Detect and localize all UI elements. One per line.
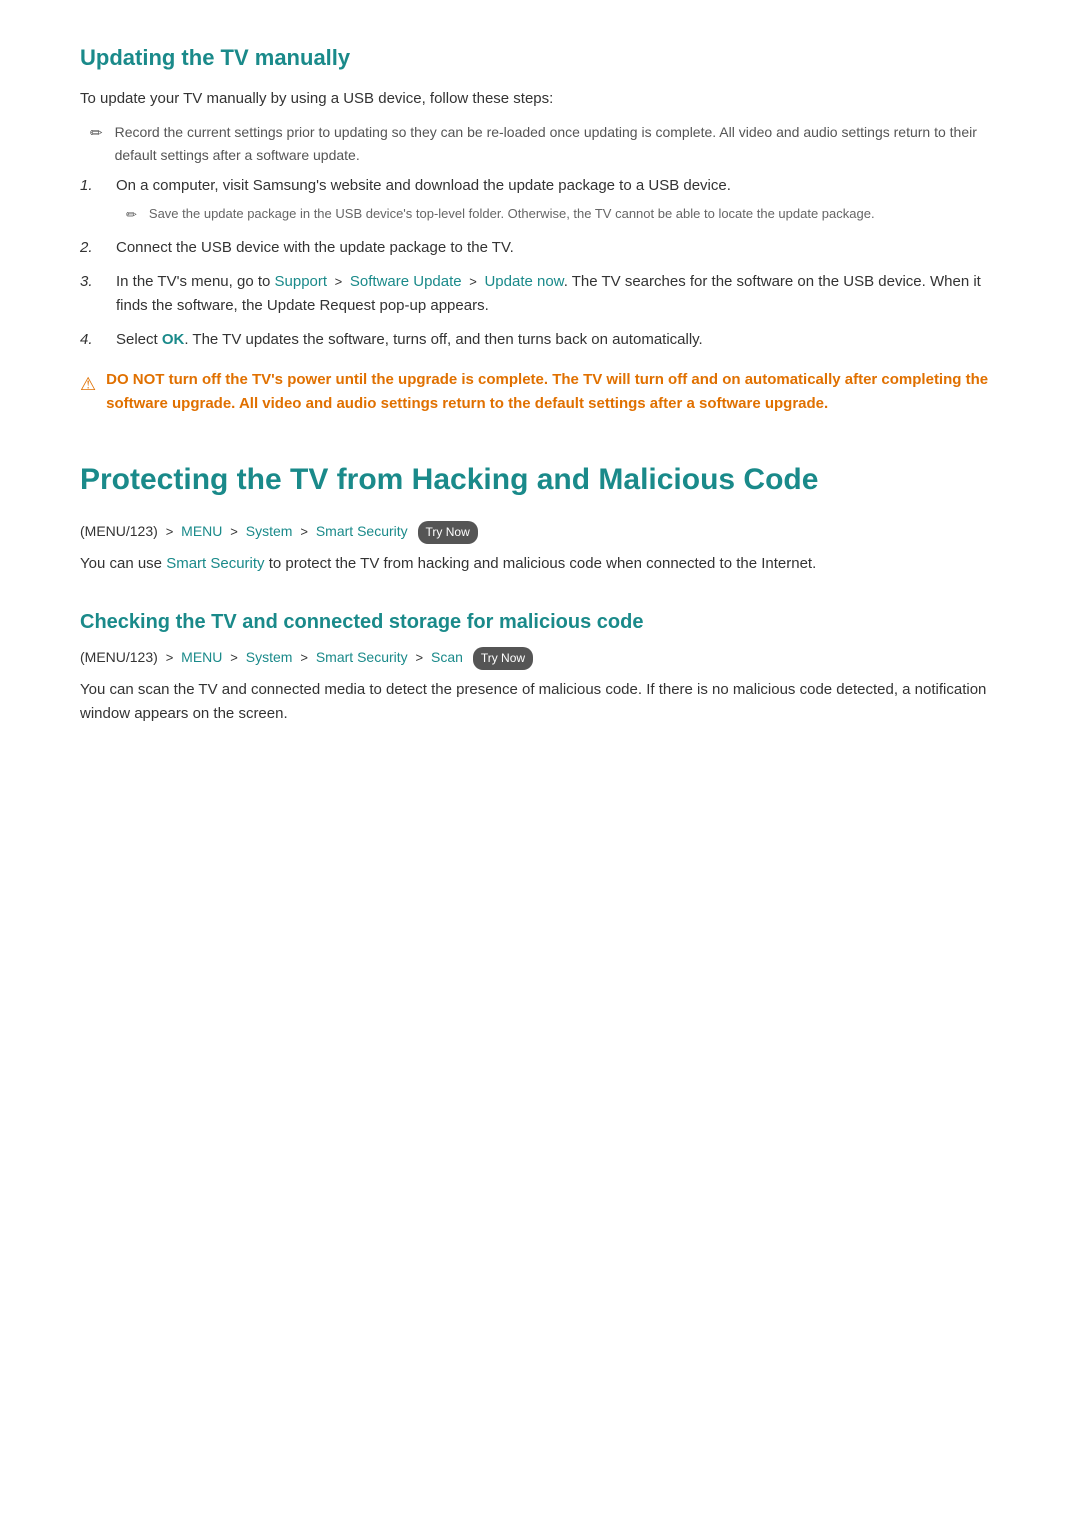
- protecting-tv-title: Protecting the TV from Hacking and Malic…: [80, 456, 1000, 504]
- scan-link[interactable]: Scan: [431, 649, 467, 665]
- checking-arrow-3: >: [300, 650, 308, 665]
- checking-menu-link[interactable]: MENU: [181, 649, 226, 665]
- arrow-2: >: [466, 274, 481, 289]
- step-4: 4. Select OK. The TV updates the softwar…: [80, 328, 1000, 352]
- checking-body: You can scan the TV and connected media …: [80, 678, 1000, 726]
- checking-smart-security-link[interactable]: Smart Security: [316, 649, 412, 665]
- step-1-subnote: ✏ Save the update package in the USB dev…: [126, 204, 875, 226]
- breadcrumb-arrow-2: >: [230, 524, 238, 539]
- update-now-link[interactable]: Update now: [484, 273, 563, 290]
- try-now-badge-2[interactable]: Try Now: [473, 647, 533, 670]
- breadcrumb-arrow-3: >: [300, 524, 308, 539]
- step-2-text: Connect the USB device with the update p…: [116, 239, 514, 256]
- step-1-content: On a computer, visit Samsung's website a…: [116, 174, 875, 226]
- protecting-body: You can use Smart Security to protect th…: [80, 552, 1000, 576]
- step-4-text-before: Select: [116, 331, 162, 348]
- step-1-num: 1.: [80, 174, 100, 198]
- step-2-num: 2.: [80, 236, 100, 260]
- ok-text: OK: [162, 331, 185, 348]
- menu-link[interactable]: MENU: [181, 523, 226, 539]
- pre-note: ✏ Record the current settings prior to u…: [90, 121, 1000, 166]
- step-4-text-after: . The TV updates the software, turns off…: [184, 331, 702, 348]
- protecting-tv-section: Protecting the TV from Hacking and Malic…: [80, 456, 1000, 726]
- try-now-badge-1[interactable]: Try Now: [418, 521, 478, 544]
- breadcrumb-menu-123: (MENU/123): [80, 523, 162, 539]
- smart-security-link-breadcrumb[interactable]: Smart Security: [316, 523, 412, 539]
- warning-block: ⚠ DO NOT turn off the TV's power until t…: [80, 368, 1000, 416]
- updating-tv-section: Updating the TV manually To update your …: [80, 40, 1000, 416]
- step-1: 1. On a computer, visit Samsung's websit…: [80, 174, 1000, 226]
- warning-triangle-icon: ⚠: [80, 370, 96, 399]
- pre-note-text: Record the current settings prior to upd…: [115, 121, 1000, 166]
- updating-tv-title: Updating the TV manually: [80, 40, 1000, 75]
- smart-security-inline-link[interactable]: Smart Security: [166, 555, 264, 572]
- checking-arrow-2: >: [230, 650, 238, 665]
- breadcrumb-arrow-1: >: [166, 524, 174, 539]
- software-update-link[interactable]: Software Update: [350, 273, 462, 290]
- step-3-content: In the TV's menu, go to Support > Softwa…: [116, 270, 1000, 318]
- checking-arrow-4: >: [416, 650, 424, 665]
- checking-system-link[interactable]: System: [246, 649, 297, 665]
- step-1-text: On a computer, visit Samsung's website a…: [116, 177, 731, 194]
- checking-tv-subsection: Checking the TV and connected storage fo…: [80, 606, 1000, 726]
- protecting-breadcrumb: (MENU/123) > MENU > System > Smart Secur…: [80, 520, 1000, 544]
- step-3: 3. In the TV's menu, go to Support > Sof…: [80, 270, 1000, 318]
- checking-menu-123: (MENU/123): [80, 649, 162, 665]
- checking-breadcrumb: (MENU/123) > MENU > System > Smart Secur…: [80, 646, 1000, 670]
- pencil-icon-2: ✏: [126, 205, 137, 226]
- intro-text: To update your TV manually by using a US…: [80, 87, 1000, 111]
- system-link[interactable]: System: [246, 523, 297, 539]
- step-2: 2. Connect the USB device with the updat…: [80, 236, 1000, 260]
- steps-list: 1. On a computer, visit Samsung's websit…: [80, 174, 1000, 352]
- step-3-num: 3.: [80, 270, 100, 294]
- support-link[interactable]: Support: [275, 273, 328, 290]
- checking-arrow-1: >: [166, 650, 174, 665]
- step-2-content: Connect the USB device with the update p…: [116, 236, 514, 260]
- pencil-icon: ✏: [90, 122, 103, 146]
- arrow-1: >: [331, 274, 346, 289]
- checking-tv-title: Checking the TV and connected storage fo…: [80, 606, 1000, 638]
- step-4-num: 4.: [80, 328, 100, 352]
- step-3-text-before: In the TV's menu, go to: [116, 273, 275, 290]
- step-4-content: Select OK. The TV updates the software, …: [116, 328, 703, 352]
- warning-text: DO NOT turn off the TV's power until the…: [106, 368, 1000, 416]
- step-1-subnote-text: Save the update package in the USB devic…: [149, 204, 875, 225]
